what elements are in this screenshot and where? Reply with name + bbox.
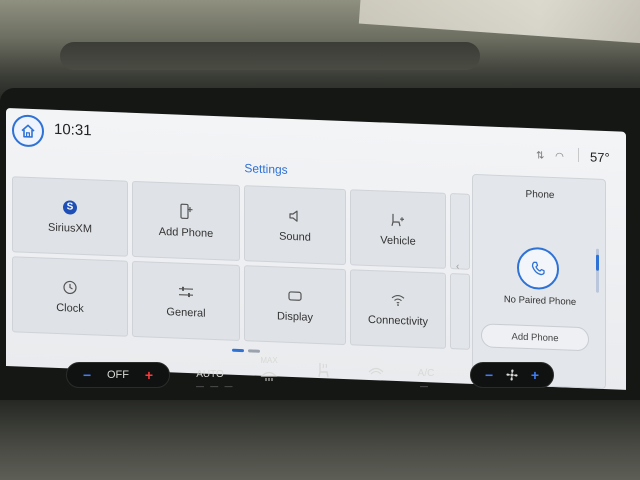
phone-panel-title: Phone	[525, 188, 555, 202]
tile-partial-next-2[interactable]	[450, 273, 470, 350]
dashboard-bottom	[0, 400, 640, 480]
tile-clock[interactable]: Clock	[12, 256, 128, 337]
right-decrease-button[interactable]: −	[485, 367, 493, 383]
settings-title: Settings	[244, 161, 288, 177]
status-icons: ⇅ ◠	[536, 150, 568, 162]
wifi-status-icon: ◠	[555, 151, 568, 163]
tile-connectivity[interactable]: Connectivity	[350, 269, 446, 349]
scroll-left-hint-icon: ‹	[456, 261, 460, 273]
tile-label: Connectivity	[368, 313, 428, 329]
tile-add-phone[interactable]: Add Phone	[132, 180, 240, 261]
tile-label: Display	[276, 310, 314, 324]
sliders-icon	[179, 286, 193, 298]
seat-heat-icon[interactable]	[314, 360, 334, 380]
tile-label: Sound	[279, 230, 311, 244]
fan-decrease-button[interactable]: −	[83, 367, 91, 383]
tile-label: SiriusXM	[47, 221, 92, 236]
phone-status-text: No Paired Phone	[503, 294, 577, 308]
fan-increase-button[interactable]: +	[145, 367, 153, 383]
phone-add-icon	[180, 203, 193, 220]
wifi-icon	[391, 295, 405, 306]
outside-temperature: 57°	[590, 149, 610, 166]
max-defrost-label: MAX	[260, 356, 278, 365]
tile-sound[interactable]: Sound	[244, 185, 346, 266]
siriusxm-icon: S	[63, 200, 77, 215]
fan-control: − OFF +	[66, 362, 170, 388]
auto-climate-button[interactable]: AUTO	[192, 369, 228, 380]
add-phone-button[interactable]: Add Phone	[481, 323, 589, 352]
tile-display[interactable]: Display	[244, 265, 346, 346]
right-fan-control: − +	[470, 362, 554, 388]
panel-scroll-thumb[interactable]	[596, 254, 599, 271]
recirculation-icon[interactable]	[366, 364, 386, 378]
ac-button[interactable]: A/C	[414, 368, 438, 379]
tile-vehicle[interactable]: Vehicle	[350, 189, 446, 269]
tile-label: General	[166, 306, 206, 320]
display-icon	[288, 291, 302, 301]
phone-call-button[interactable]	[517, 246, 559, 291]
tile-siriusxm[interactable]: S SiriusXM	[12, 176, 128, 257]
vehicle-seat-icon	[391, 213, 404, 227]
infotainment-screen: 10:31 ⇅ ◠ 57° Settings S SiriusXM Add Ph…	[6, 108, 626, 390]
clock-time: 10:31	[54, 120, 92, 140]
tile-general[interactable]: General	[132, 260, 240, 341]
home-button[interactable]	[12, 114, 44, 148]
fan-off-button[interactable]: OFF	[107, 369, 129, 381]
tile-label: Add Phone	[158, 225, 214, 240]
dashboard-vent	[60, 42, 480, 70]
climate-control-bar: − OFF + AUTO — — — MAX A/C — − +	[6, 356, 626, 396]
phone-handset-icon	[531, 261, 545, 276]
tile-label: Clock	[56, 301, 84, 315]
page-indicator-active[interactable]	[232, 348, 244, 353]
page-indicator[interactable]	[248, 349, 260, 353]
auto-indicator: — — —	[196, 382, 235, 391]
tile-label: Vehicle	[380, 234, 416, 248]
signal-icon: ⇅	[536, 150, 549, 162]
right-increase-button[interactable]: +	[531, 367, 539, 383]
max-defrost-icon[interactable]	[260, 368, 278, 382]
clock-icon	[63, 280, 77, 295]
ac-indicator: —	[420, 382, 430, 391]
speaker-icon	[289, 210, 298, 222]
tile-partial-next[interactable]	[450, 193, 470, 270]
home-icon	[21, 124, 35, 138]
status-separator	[578, 147, 579, 163]
fan-icon	[506, 369, 518, 381]
